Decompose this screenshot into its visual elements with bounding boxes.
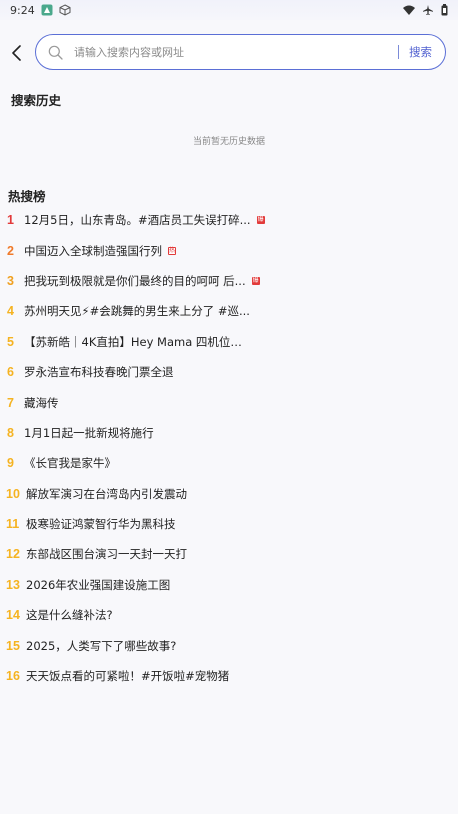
hot-badge-icon: 热	[168, 246, 176, 255]
hot-search-text: 【苏新皓｜4K直拍】Hey Mama 四机位直...	[24, 334, 252, 349]
hot-search-item[interactable]: 5 【苏新皓｜4K直拍】Hey Mama 四机位直...	[0, 327, 458, 357]
rank-number: 8	[7, 425, 14, 440]
hot-search-text: 天天饭点看的可紧啦！#开饭啦#宠物猪	[26, 669, 230, 684]
hot-search-text: 中国迈入全球制造强国行列	[24, 243, 162, 258]
status-bar: 9:24	[0, 0, 458, 20]
hot-search-item[interactable]: 16 天天饭点看的可紧啦！#开饭啦#宠物猪	[0, 661, 458, 691]
hot-search-item[interactable]: 15 2025，人类写下了哪些故事?	[0, 630, 458, 660]
hot-search-item[interactable]: 6 罗永浩宣布科技春晚门票全退	[0, 357, 458, 387]
airplane-icon	[423, 5, 433, 15]
clock: 9:24	[10, 3, 35, 17]
rank-number: 13	[6, 577, 20, 592]
cube-icon	[59, 4, 71, 16]
hot-search-text: 罗永浩宣布科技春晚门票全退	[24, 365, 174, 380]
hot-search-text: 2025，人类写下了哪些故事?	[26, 638, 177, 653]
app-notification-icon	[41, 4, 53, 16]
rank-number: 12	[6, 547, 20, 562]
hot-search-item[interactable]: 11 极寒验证鸿蒙智行华为黑科技	[0, 509, 458, 539]
rank-number: 14	[6, 608, 20, 623]
history-empty-text: 当前暂无历史数据	[192, 137, 265, 147]
hot-search-text: 解放军演习在台湾岛内引发震动	[26, 486, 187, 501]
rank-number: 16	[6, 669, 20, 684]
search-icon	[38, 45, 72, 60]
hot-search-text: 《长官我是家牛》	[24, 456, 116, 471]
rank-number: 10	[6, 486, 20, 501]
hot-search-item[interactable]: 13 2026年农业强国建设施工图	[0, 570, 458, 600]
search-input[interactable]	[72, 44, 398, 60]
hot-search-title: 热搜榜	[8, 189, 46, 204]
back-button[interactable]	[2, 34, 32, 72]
hot-search-list: 1 12月5日，山东青岛。#酒店员工失误打碎... 爆 2 中国迈入全球制造强国行列热 3…	[0, 205, 458, 691]
hot-search-text: 苏州明天见⚡#会跳舞的男生来上分了 #巡...	[24, 304, 250, 319]
search-button[interactable]: 搜索	[409, 44, 432, 60]
rank-number: 11	[6, 517, 20, 532]
hot-search-item[interactable]: 7 藏海传	[0, 387, 458, 417]
hot-search-item[interactable]: 14 这是什么缝补法?	[0, 600, 458, 630]
hot-search-text: 这是什么缝补法?	[26, 608, 113, 623]
hot-search-text: 12月5日，山东青岛。#酒店员工失误打碎...	[24, 213, 251, 228]
back-arrow-icon	[12, 45, 21, 61]
hot-search-text: 东部战区围台演习一天封一天打	[26, 547, 187, 562]
rank-number: 5	[7, 334, 14, 349]
search-history-title: 搜索历史	[11, 93, 62, 108]
hot-search-item[interactable]: 4 苏州明天见⚡#会跳舞的男生来上分了 #巡...	[0, 296, 458, 326]
wifi-icon	[403, 5, 415, 15]
hot-search-item[interactable]: 8 1月1日起一批新规将施行	[0, 418, 458, 448]
status-left: 9:24	[10, 4, 71, 17]
hot-search-text: 2026年农业强国建设施工图	[26, 577, 171, 592]
rank-number: 2	[7, 243, 14, 258]
hot-search-item[interactable]: 10 解放军演习在台湾岛内引发震动	[0, 479, 458, 509]
rank-number: 3	[7, 273, 14, 288]
search-divider	[398, 45, 399, 59]
hot-search-text: 藏海传	[24, 395, 59, 410]
hot-search-item[interactable]: 9 《长官我是家牛》	[0, 448, 458, 478]
rank-number: 15	[6, 638, 20, 653]
hot-search-text: 1月1日起一批新规将施行	[24, 425, 154, 440]
search-box[interactable]: 搜索	[35, 34, 446, 70]
rank-number: 9	[7, 456, 14, 471]
hot-search-text: 把我玩到极限就是你们最终的目的呵呵 后...	[24, 273, 246, 288]
hot-badge-icon: 爆	[256, 216, 265, 225]
hot-search-item[interactable]: 2 中国迈入全球制造强国行列热	[0, 235, 458, 265]
rank-number: 6	[7, 365, 14, 380]
hot-search-item[interactable]: 3 把我玩到极限就是你们最终的目的呵呵 后... 爆	[0, 266, 458, 296]
status-right	[403, 4, 448, 16]
hot-search-text: 极寒验证鸿蒙智行华为黑科技	[26, 517, 176, 532]
rank-number: 1	[7, 213, 14, 228]
search-row: 搜索	[0, 34, 458, 72]
rank-number: 4	[7, 304, 14, 319]
rank-number: 7	[7, 395, 14, 410]
hot-search-item[interactable]: 12 东部战区围台演习一天封一天打	[0, 539, 458, 569]
hot-search-item[interactable]: 1 12月5日，山东青岛。#酒店员工失误打碎... 爆	[0, 205, 458, 235]
battery-icon	[441, 4, 448, 16]
hot-badge-icon: 爆	[251, 276, 260, 285]
